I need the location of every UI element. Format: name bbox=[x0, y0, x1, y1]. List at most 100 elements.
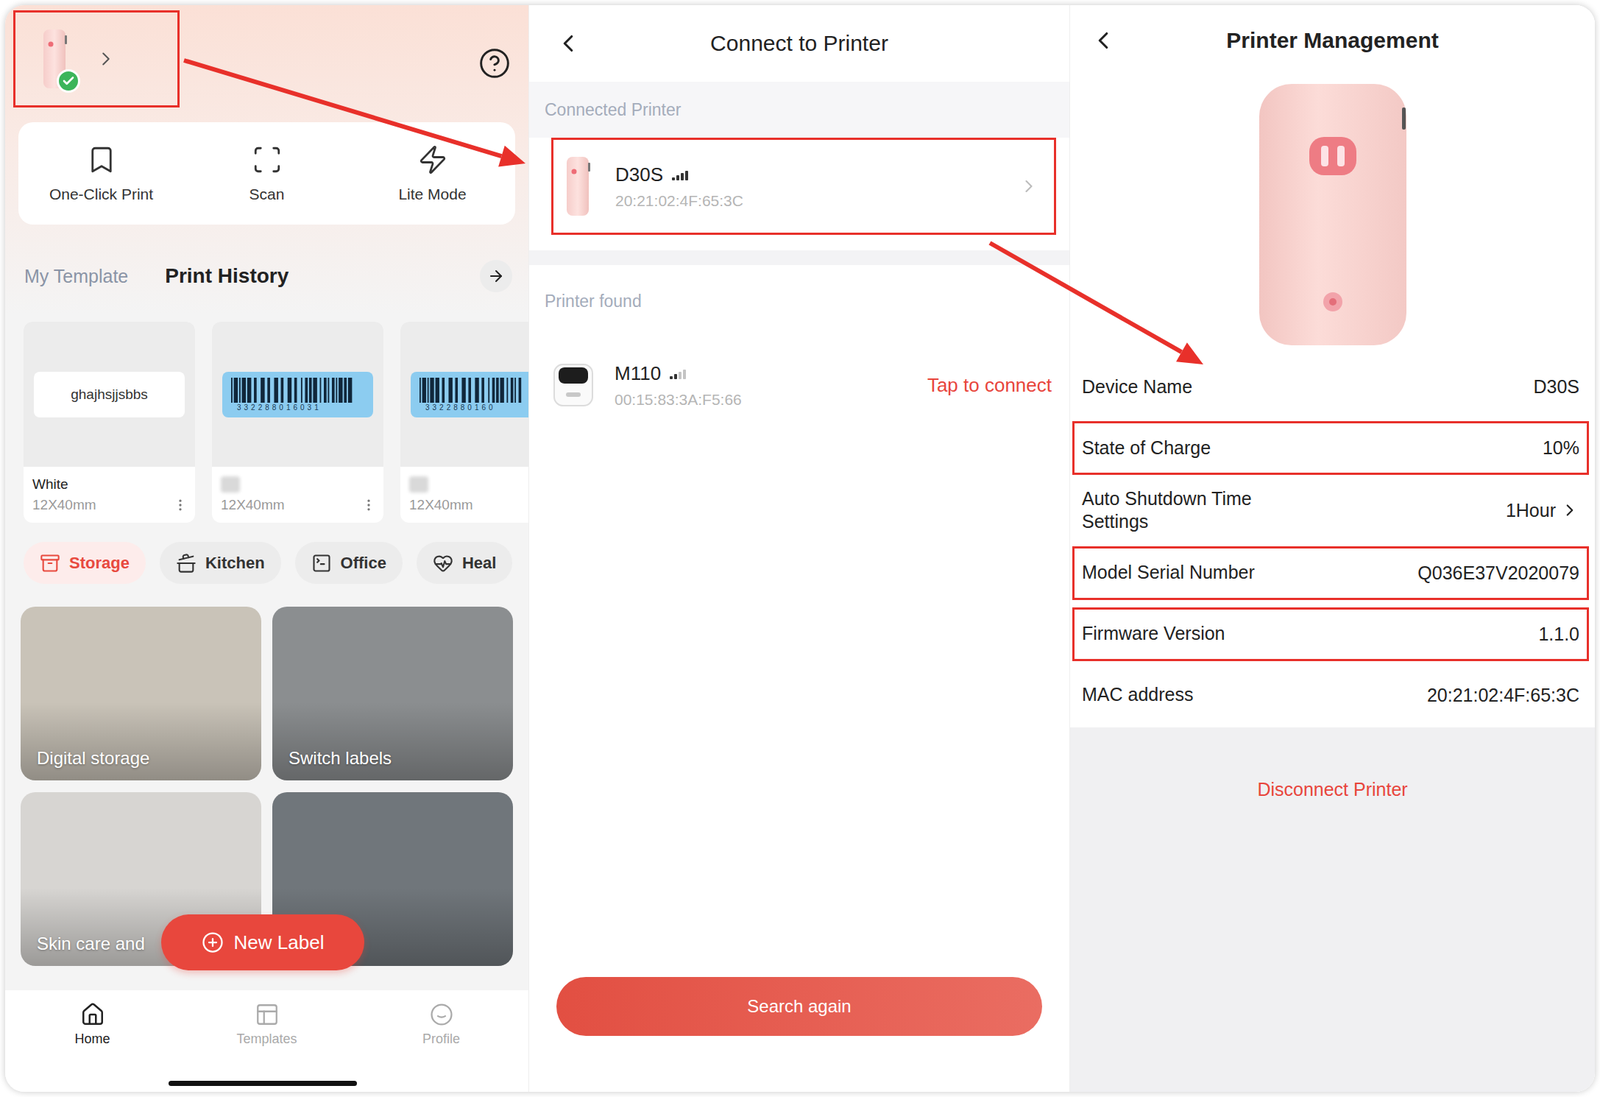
new-label-button[interactable]: New Label bbox=[161, 914, 365, 971]
info-value-text: Q036E37V2020079 bbox=[1417, 562, 1580, 584]
info-row: MAC address 20:21:02:4F:65:3C bbox=[1072, 668, 1589, 722]
help-button[interactable] bbox=[478, 47, 511, 80]
printer-info: M11000:15:83:3A:F5:66 bbox=[614, 362, 909, 409]
home-indicator bbox=[168, 1080, 357, 1086]
barcode-icon bbox=[231, 377, 355, 403]
category-label: Heal bbox=[462, 553, 497, 573]
info-label: MAC address bbox=[1081, 682, 1194, 706]
printer-status-button[interactable] bbox=[13, 10, 180, 108]
more-options-icon[interactable] bbox=[172, 497, 188, 513]
signal-icon bbox=[671, 168, 690, 181]
history-card[interactable]: ghajhsjjsbbs White12X40mm bbox=[23, 321, 196, 523]
history-preview: 3322880160 bbox=[400, 321, 529, 467]
nav-item[interactable]: Home bbox=[5, 1001, 180, 1047]
lightning-icon bbox=[417, 144, 449, 176]
history-card[interactable]: 3322880160 12X40mm bbox=[400, 321, 529, 523]
info-value-text: 10% bbox=[1542, 437, 1580, 459]
info-label: State of Charge bbox=[1081, 436, 1211, 460]
quick-action-label: One-Click Print bbox=[49, 185, 154, 204]
quick-action-label: Lite Mode bbox=[398, 185, 466, 204]
category-chip[interactable]: Kitchen bbox=[159, 541, 282, 584]
plus-icon bbox=[201, 931, 224, 954]
barcode-label-preview: 3322880160 bbox=[410, 371, 529, 418]
management-topbar: Printer Management bbox=[1070, 5, 1595, 76]
found-printer-row[interactable]: M11000:15:83:3A:F5:66 Tap to connect bbox=[529, 337, 1070, 433]
history-meta: 12X40mm bbox=[220, 496, 377, 513]
category-chip[interactable]: Heal bbox=[416, 541, 513, 584]
home-icon bbox=[80, 1001, 106, 1027]
connected-printer[interactable]: D30S20:21:02:4F:65:3C bbox=[551, 137, 1057, 235]
printer-image-icon bbox=[1251, 79, 1414, 352]
annotation-arrow-icon bbox=[183, 60, 526, 168]
annotation-arrow-icon bbox=[989, 242, 1204, 365]
blurred-name bbox=[220, 476, 240, 493]
home-tabs: My Template Print History bbox=[5, 259, 529, 293]
info-value-text: 20:21:02:4F:65:3C bbox=[1427, 684, 1580, 706]
blurred-name bbox=[409, 476, 429, 493]
more-history-button[interactable] bbox=[479, 259, 513, 293]
nav-label: Templates bbox=[236, 1031, 297, 1047]
category-chips: Storage Kitchen Office Heal bbox=[5, 541, 529, 584]
info-value: 20:21:02:4F:65:3C bbox=[1427, 684, 1580, 706]
m110-printer-icon bbox=[551, 361, 596, 409]
more-options-icon[interactable] bbox=[361, 497, 377, 513]
back-button[interactable] bbox=[529, 29, 596, 58]
history-size: 12X40mm bbox=[409, 496, 474, 513]
printer-thumbnail bbox=[40, 27, 70, 90]
printer-info: D30S20:21:02:4F:65:3C bbox=[615, 163, 997, 210]
nav-label: Profile bbox=[422, 1031, 460, 1047]
scene-card[interactable]: Switch labels bbox=[272, 606, 513, 781]
section-divider bbox=[529, 250, 1070, 265]
home-tab[interactable]: My Template bbox=[24, 265, 129, 288]
scan-icon bbox=[251, 144, 283, 176]
disconnect-button[interactable]: Disconnect Printer bbox=[1257, 778, 1408, 800]
section-label: Printer found bbox=[529, 264, 1070, 338]
category-chip[interactable]: Office bbox=[295, 541, 403, 584]
info-row: Device Name D30S bbox=[1072, 359, 1589, 414]
info-value: 1.1.0 bbox=[1538, 623, 1580, 645]
nav-item[interactable]: Templates bbox=[179, 1001, 355, 1047]
home-header bbox=[5, 5, 529, 123]
scene-caption: Switch labels bbox=[288, 747, 392, 769]
scene-caption: Skin care and bbox=[36, 933, 145, 954]
category-chip[interactable]: Storage bbox=[23, 541, 146, 584]
text-label-preview: ghajhsjjsbbs bbox=[33, 371, 185, 418]
quick-action[interactable]: One-Click Print bbox=[18, 144, 184, 204]
chevron-right-icon bbox=[94, 47, 118, 70]
tap-to-connect[interactable]: Tap to connect bbox=[927, 373, 1052, 397]
info-value-text: 1Hour bbox=[1505, 499, 1556, 522]
history-size: 12X40mm bbox=[220, 496, 285, 513]
history-card[interactable]: 332288016031 12X40mm bbox=[211, 321, 384, 523]
history-card-footer: White12X40mm bbox=[23, 466, 196, 523]
templates-icon bbox=[254, 1001, 280, 1027]
quick-actions: One-Click Print Scan Lite Mode bbox=[18, 122, 516, 225]
quick-action[interactable]: Lite Mode bbox=[349, 144, 516, 204]
info-value-text: D30S bbox=[1533, 376, 1580, 398]
disconnect-area: Disconnect Printer bbox=[1070, 727, 1595, 1093]
history-meta: 12X40mm bbox=[409, 496, 529, 513]
info-row: Firmware Version1.1.0 bbox=[1072, 607, 1589, 661]
back-button[interactable] bbox=[1070, 26, 1137, 55]
storage-icon bbox=[39, 552, 61, 574]
nav-label: Home bbox=[74, 1031, 110, 1047]
bottom-nav: Home Templates Profile bbox=[5, 989, 529, 1092]
quick-action[interactable]: Scan bbox=[183, 144, 350, 204]
info-row[interactable]: Auto Shutdown Time Settings1Hour bbox=[1072, 482, 1589, 539]
check-icon bbox=[61, 74, 76, 88]
chevron-right-icon bbox=[1018, 175, 1040, 197]
barcode-label-preview: 332288016031 bbox=[222, 371, 374, 418]
info-value-text: 1.1.0 bbox=[1538, 623, 1580, 645]
scene-card[interactable]: Digital storage bbox=[20, 606, 262, 781]
info-label: Device Name bbox=[1081, 375, 1193, 399]
barcode-digits: 332288016031 bbox=[231, 403, 322, 412]
printer-image bbox=[1070, 75, 1595, 357]
print-icon bbox=[86, 144, 118, 176]
arrow-right-icon bbox=[487, 267, 505, 285]
info-value: 10% bbox=[1542, 437, 1580, 459]
history-preview: ghajhsjjsbbs bbox=[23, 321, 196, 467]
nav-item[interactable]: Profile bbox=[354, 1001, 529, 1047]
search-again-button[interactable]: Search again bbox=[556, 976, 1043, 1036]
home-tab[interactable]: Print History bbox=[164, 264, 289, 288]
printer-name: D30S bbox=[615, 163, 997, 187]
section-label: Connected Printer bbox=[529, 81, 1070, 138]
